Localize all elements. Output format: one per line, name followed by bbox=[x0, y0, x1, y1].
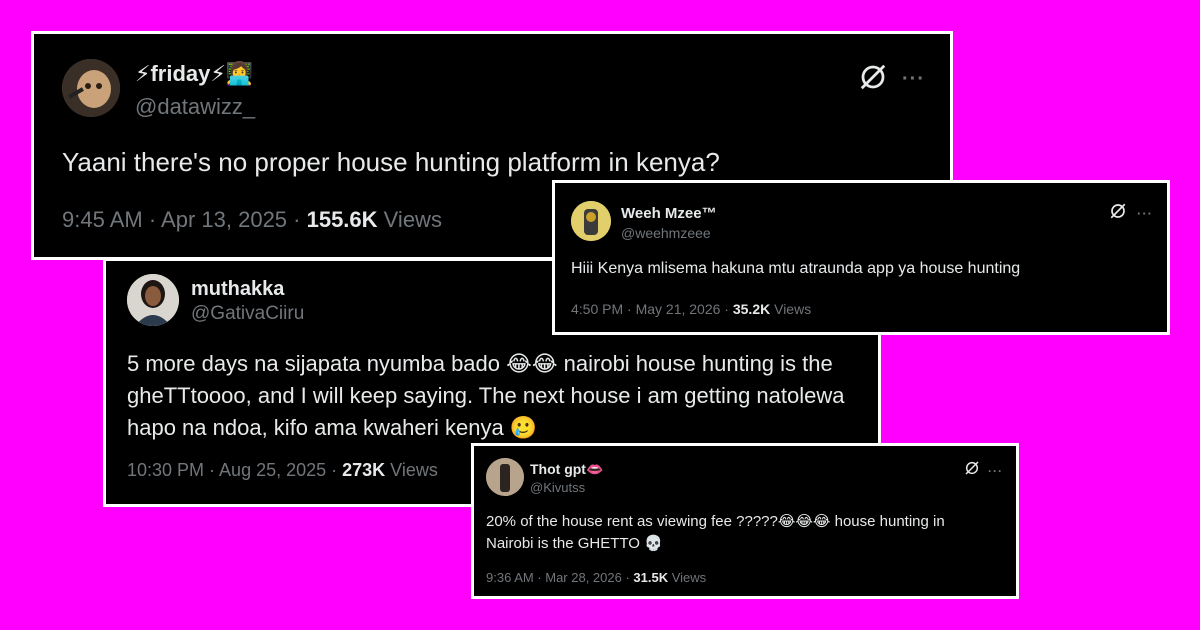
view-count: 155.6K bbox=[306, 207, 378, 232]
views-label: Views bbox=[770, 301, 812, 317]
tweet-card-kivutss[interactable]: Thot gpt👄 @Kivutss ··· 20% of the house … bbox=[471, 443, 1019, 599]
tweet-text: 20% of the house rent as viewing fee ???… bbox=[486, 513, 945, 552]
views-label: Views bbox=[377, 207, 442, 232]
timestamp[interactable]: 10:30 PM · Aug 25, 2025 · bbox=[127, 460, 342, 480]
timestamp[interactable]: 4:50 PM · May 21, 2026 · bbox=[571, 301, 733, 317]
tweet-meta: 9:36 AM · Mar 28, 2026 · 31.5K Views bbox=[486, 570, 706, 585]
handle[interactable]: @weehmzeee bbox=[621, 225, 711, 241]
tweet-meta: 10:30 PM · Aug 25, 2025 · 273K Views bbox=[127, 460, 438, 481]
view-count: 35.2K bbox=[732, 301, 771, 317]
tweet-text: 5 more days na sijapata nyumba bado 😂😂 n… bbox=[127, 351, 845, 440]
more-options-icon[interactable]: ··· bbox=[902, 68, 925, 91]
tweet-actions: ··· bbox=[964, 460, 1003, 481]
grok-icon[interactable] bbox=[964, 460, 980, 481]
grok-icon[interactable] bbox=[1109, 202, 1127, 225]
grok-icon[interactable] bbox=[858, 62, 888, 97]
timestamp[interactable]: 9:36 AM · Mar 28, 2026 · bbox=[486, 570, 633, 585]
view-count: 31.5K bbox=[633, 570, 669, 585]
handle[interactable]: @datawizz_ bbox=[135, 94, 255, 120]
display-name[interactable]: Weeh Mzee™ bbox=[621, 205, 717, 222]
display-name[interactable]: ⚡friday⚡👩‍💻 bbox=[135, 61, 253, 87]
tweet-meta: 4:50 PM · May 21, 2026 · 35.2K Views bbox=[571, 301, 811, 317]
tweet-actions: ··· bbox=[1109, 202, 1153, 225]
tweet-actions: ··· bbox=[858, 62, 925, 97]
timestamp[interactable]: 9:45 AM · Apr 13, 2025 · bbox=[62, 207, 307, 232]
views-label: Views bbox=[668, 570, 707, 585]
avatar[interactable] bbox=[127, 274, 179, 326]
views-label: Views bbox=[385, 460, 438, 480]
tweet-card-weehmzeee[interactable]: Weeh Mzee™ @weehmzeee ··· Hiii Kenya mli… bbox=[552, 180, 1170, 335]
handle[interactable]: @GativaCiiru bbox=[191, 303, 304, 325]
tweet-text: Hiii Kenya mlisema hakuna mtu atraunda a… bbox=[571, 260, 1021, 277]
view-count: 273K bbox=[342, 460, 386, 480]
tweet-meta: 9:45 AM · Apr 13, 2025 · 155.6K Views bbox=[62, 207, 442, 233]
display-name[interactable]: muthakka bbox=[191, 278, 284, 301]
handle[interactable]: @Kivutss bbox=[530, 480, 585, 495]
avatar[interactable] bbox=[486, 458, 524, 496]
tweet-text: Yaani there's no proper house hunting pl… bbox=[62, 147, 720, 177]
avatar[interactable] bbox=[62, 59, 120, 117]
more-options-icon[interactable]: ··· bbox=[988, 464, 1003, 478]
more-options-icon[interactable]: ··· bbox=[1137, 206, 1153, 221]
avatar[interactable] bbox=[571, 201, 611, 241]
display-name[interactable]: Thot gpt👄 bbox=[530, 461, 603, 478]
